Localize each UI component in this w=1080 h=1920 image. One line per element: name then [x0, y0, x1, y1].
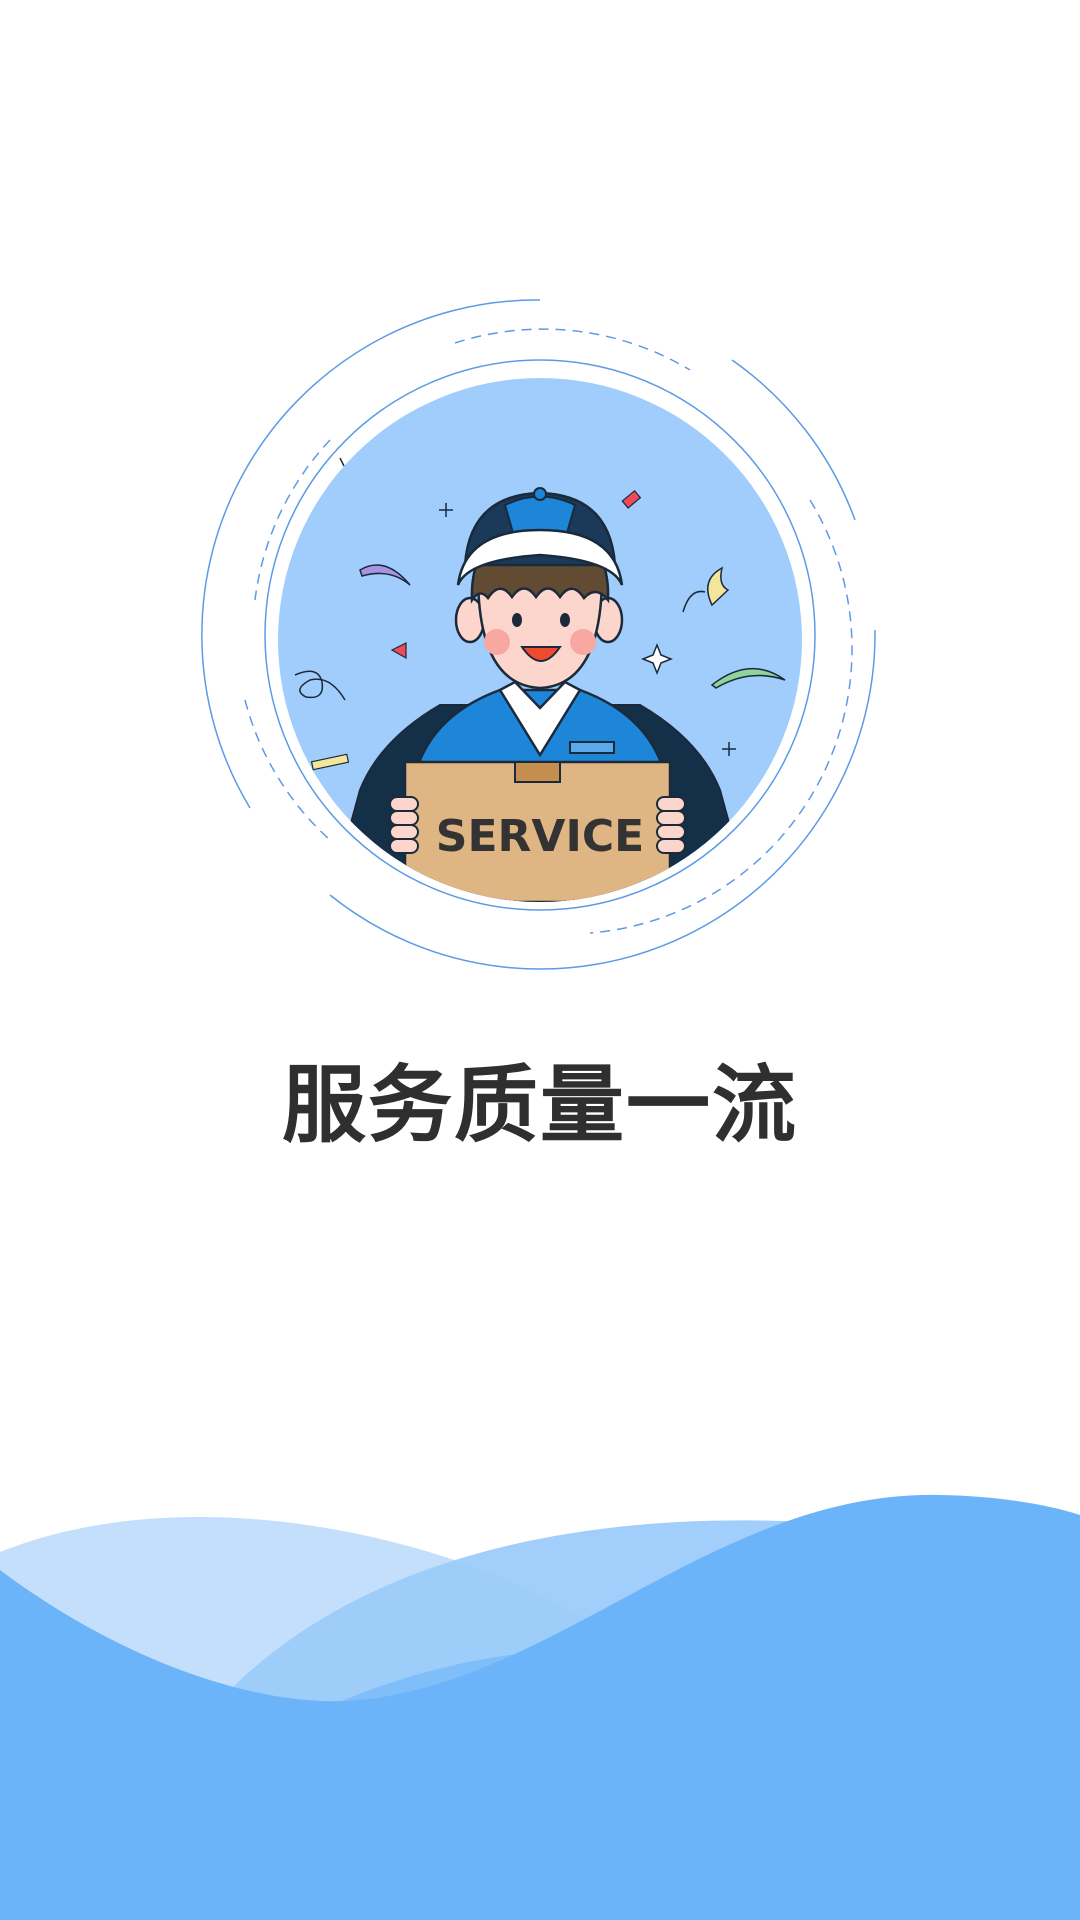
right-hand: [656, 796, 686, 854]
left-hand: [389, 796, 419, 854]
onboarding-screen: SERVICE 服务质量一流: [0, 0, 1080, 1920]
bottom-wave-decoration: [0, 1494, 1080, 1920]
box-label: SERVICE: [436, 811, 644, 862]
page-headline: 服务质量一流: [281, 1056, 798, 1154]
service-hero-illustration: SERVICE: [201, 299, 876, 970]
